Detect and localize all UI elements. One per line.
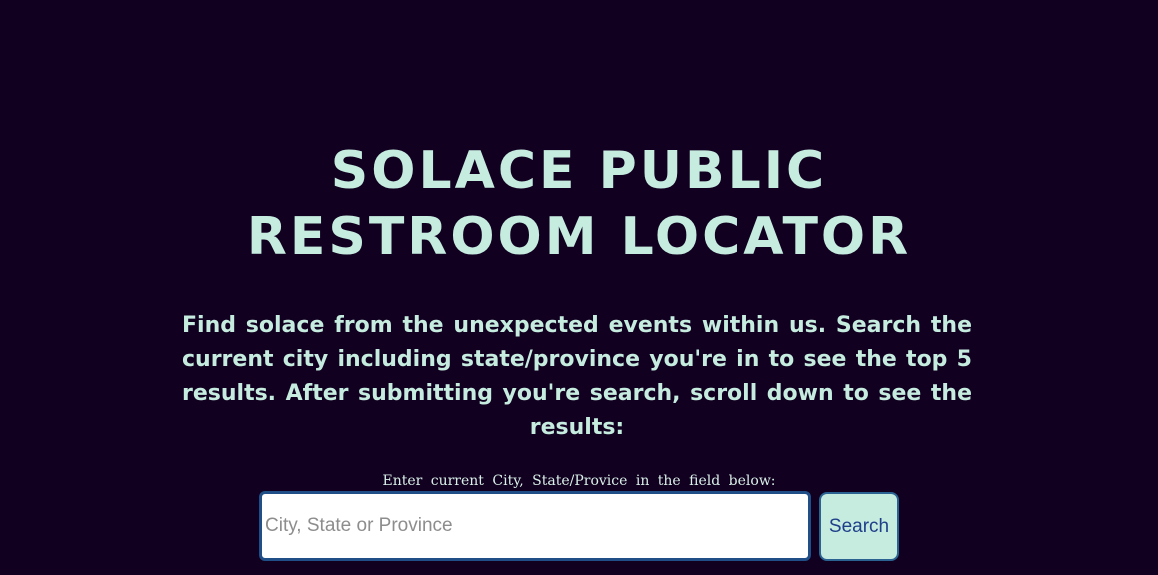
search-label: Enter current City, State/Provice in the… xyxy=(382,473,776,489)
intro-description: Find solace from the unexpected events w… xyxy=(182,313,972,440)
page-title: Solace Public Restroom Locator xyxy=(0,138,1158,270)
search-input[interactable] xyxy=(259,491,811,561)
page-title-line-2: Restroom Locator xyxy=(246,207,912,267)
search-button[interactable]: Search xyxy=(819,492,899,561)
page-title-line-1: Solace Public xyxy=(330,141,828,201)
